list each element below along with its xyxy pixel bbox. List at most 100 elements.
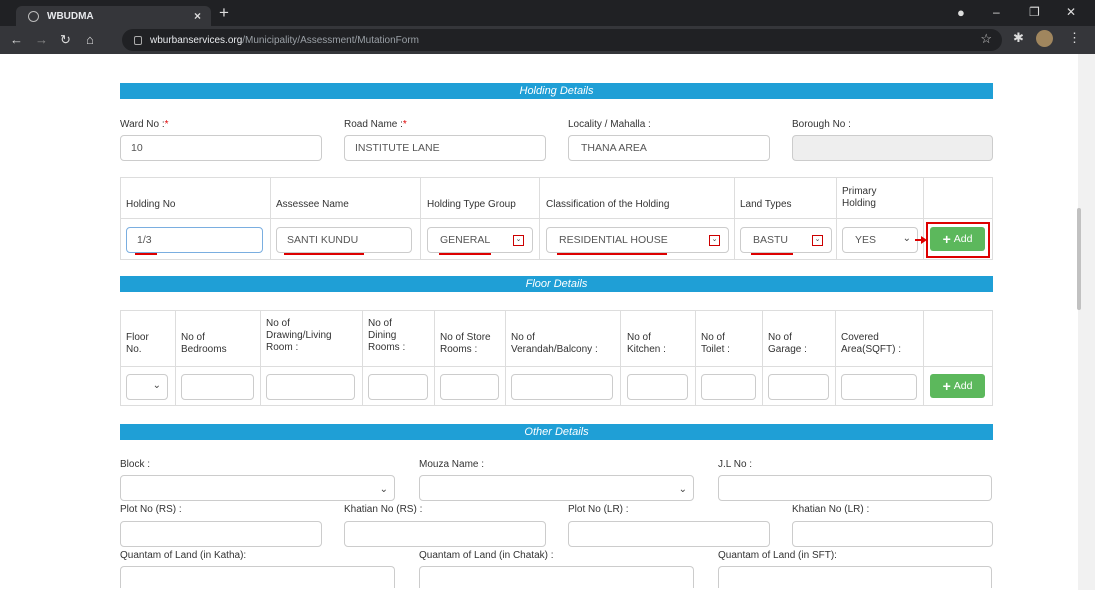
browser-tab[interactable]: WBUDMA × [16, 6, 211, 26]
verandah-input[interactable] [511, 374, 613, 400]
block-label: Block : [120, 459, 151, 470]
tab-title: WBUDMA [47, 10, 94, 22]
katha-input[interactable] [120, 566, 395, 588]
locality-label: Locality / Mahalla : [568, 119, 651, 130]
chevron-down-icon: ⌄ [513, 235, 524, 246]
garage-input[interactable] [768, 374, 829, 400]
table-col-divider [620, 310, 621, 406]
chevron-down-icon: ⌄ [812, 235, 823, 246]
scrollbar-thumb[interactable] [1077, 208, 1081, 310]
locality-input[interactable]: THANA AREA [568, 135, 770, 161]
jl-no-label: J.L No : [718, 459, 753, 470]
forward-icon[interactable]: → [35, 32, 48, 47]
col-garage: No of Garage : [768, 332, 807, 355]
plot-lr-input[interactable] [568, 521, 770, 547]
extensions-icon[interactable]: ✱ [1013, 30, 1024, 46]
plus-icon: + [942, 378, 951, 394]
chevron-down-icon: ⌄ [709, 235, 720, 246]
select-value: YES [855, 234, 877, 246]
plus-icon: + [942, 231, 951, 247]
holding-no-input[interactable]: 1/3 [126, 227, 263, 253]
menu-icon[interactable]: ⋮ [1068, 30, 1081, 46]
katha-label: Quantam of Land (in Katha): [120, 550, 247, 561]
red-underline [751, 253, 793, 255]
road-input[interactable]: INSTITUTE LANE [344, 135, 546, 161]
ward-input[interactable]: 10 [120, 135, 322, 161]
plot-lr-label: Plot No (LR) : [568, 504, 629, 515]
col-verandah: No of Verandah/Balcony : [511, 332, 598, 355]
plot-rs-input[interactable] [120, 521, 322, 547]
record-icon[interactable]: ● [957, 5, 965, 20]
chatak-input[interactable] [419, 566, 694, 588]
table-col-divider [362, 310, 363, 406]
chevron-down-icon: ⌄ [902, 233, 911, 244]
khatian-lr-label: Khatian No (LR) : [792, 504, 870, 515]
back-icon[interactable]: ← [10, 32, 23, 47]
toilet-input[interactable] [701, 374, 756, 400]
bookmark-star-icon[interactable]: ☆ [980, 31, 992, 47]
url-path: /Municipality/Assessment/MutationForm [242, 34, 419, 46]
tab-close-icon[interactable]: × [194, 9, 201, 23]
table-col-divider [539, 177, 540, 260]
reload-icon[interactable]: ↻ [60, 32, 71, 48]
assessee-name-input[interactable]: SANTI KUNDU [276, 227, 412, 253]
profile-avatar[interactable] [1036, 30, 1053, 47]
floor-no-select[interactable]: ⌄ [126, 374, 168, 400]
col-drawing-room: No of Drawing/Living Room : [266, 318, 332, 353]
home-icon[interactable]: ⌂ [86, 32, 94, 47]
browser-titlebar: WBUDMA × + ● – ❐ ✕ [0, 0, 1095, 26]
khatian-rs-label: Khatian No (RS) : [344, 504, 423, 515]
new-tab-icon[interactable]: + [219, 3, 229, 23]
table-col-divider [270, 177, 271, 260]
col-covered-area: Covered Area(SQFT) : [841, 332, 902, 355]
page-scrollbar[interactable] [1078, 54, 1095, 590]
khatian-rs-input[interactable] [344, 521, 546, 547]
select-value: BASTU [753, 234, 789, 246]
col-bedrooms: No of Bedrooms [181, 332, 227, 355]
khatian-lr-input[interactable] [792, 521, 993, 547]
covered-area-input[interactable] [841, 374, 917, 400]
red-underline [284, 253, 364, 255]
red-underline [439, 253, 491, 255]
chevron-down-icon: ⌄ [379, 484, 388, 495]
kitchen-input[interactable] [627, 374, 688, 400]
floor-add-button[interactable]: + Add [930, 374, 985, 398]
land-types-select[interactable]: BASTU ⌄ [740, 227, 832, 253]
floor-details-header: Floor Details [120, 276, 993, 292]
road-label: Road Name :* [344, 119, 407, 130]
table-col-divider [420, 177, 421, 260]
window-close-icon[interactable]: ✕ [1066, 5, 1076, 19]
sft-input[interactable] [718, 566, 992, 588]
holding-type-group-select[interactable]: GENERAL ⌄ [427, 227, 533, 253]
minimize-icon[interactable]: – [993, 5, 1000, 19]
borough-input[interactable] [792, 135, 993, 161]
plot-rs-label: Plot No (RS) : [120, 504, 182, 515]
mouza-select[interactable]: ⌄ [419, 475, 694, 501]
block-select[interactable]: ⌄ [120, 475, 395, 501]
holding-details-header: Holding Details [120, 83, 993, 99]
col-classification: Classification of the Holding [546, 199, 670, 210]
lock-icon [134, 35, 142, 45]
table-col-divider [923, 177, 924, 260]
col-assessee-name: Assessee Name [276, 199, 349, 210]
table-col-divider [734, 177, 735, 260]
bedrooms-input[interactable] [181, 374, 254, 400]
chatak-label: Quantam of Land (in Chatak) : [419, 550, 554, 561]
col-dining-rooms: No of Dining Rooms : [368, 318, 406, 353]
button-label: Add [953, 233, 973, 245]
drawing-room-input[interactable] [266, 374, 355, 400]
table-col-divider [505, 310, 506, 406]
col-store-rooms: No of Store Rooms : [440, 332, 491, 355]
url-host: wburbanservices.org [150, 34, 243, 46]
restore-icon[interactable]: ❐ [1029, 5, 1040, 19]
address-bar[interactable]: wburbanservices.org /Municipality/Assess… [122, 29, 1002, 51]
table-divider [120, 218, 993, 219]
store-rooms-input[interactable] [440, 374, 499, 400]
col-land-types: Land Types [740, 199, 792, 210]
primary-holding-select[interactable]: YES ⌄ [842, 227, 918, 253]
dining-rooms-input[interactable] [368, 374, 428, 400]
jl-no-input[interactable] [718, 475, 992, 501]
col-floor-no: Floor No. [126, 332, 149, 355]
holding-add-button[interactable]: + Add [930, 227, 985, 251]
classification-select[interactable]: RESIDENTIAL HOUSE ⌄ [546, 227, 729, 253]
